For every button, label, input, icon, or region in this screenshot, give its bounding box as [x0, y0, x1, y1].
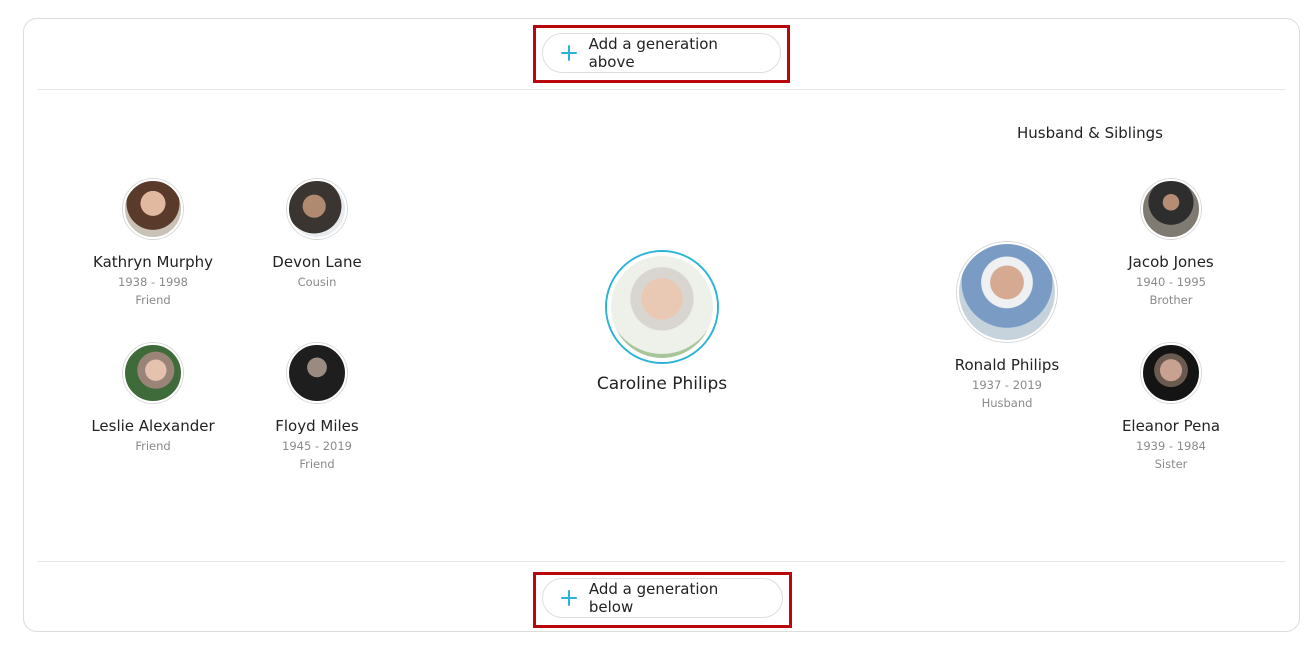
person-card-caroline-philips[interactable]: Caroline Philips	[572, 252, 752, 394]
person-years: 1945 - 2019	[282, 439, 352, 453]
person-card-jacob-jones[interactable]: Jacob Jones 1940 - 1995 Brother	[1081, 179, 1261, 307]
person-name: Jacob Jones	[1128, 253, 1214, 271]
person-years: 1939 - 1984	[1136, 439, 1206, 453]
avatar	[287, 179, 347, 239]
person-name: Leslie Alexander	[91, 417, 215, 435]
person-card-leslie-alexander[interactable]: Leslie Alexander Friend	[63, 343, 243, 453]
person-relation: Friend	[299, 457, 335, 471]
person-years: 1937 - 2019	[972, 378, 1042, 392]
main-avatar	[607, 252, 717, 362]
avatar	[1141, 343, 1201, 403]
person-name: Eleanor Pena	[1121, 417, 1221, 435]
avatar	[957, 242, 1057, 342]
person-relation: Husband	[981, 396, 1033, 410]
section-title: Husband & Siblings	[1017, 124, 1163, 142]
add-generation-above-button[interactable]: Add a generation above	[542, 33, 781, 73]
person-card-kathryn-murphy[interactable]: Kathryn Murphy 1938 - 1998 Friend	[63, 179, 243, 307]
person-relation: Friend	[135, 293, 171, 307]
person-name: Ronald Philips	[954, 356, 1060, 374]
person-name: Floyd Miles	[275, 417, 359, 435]
plus-icon	[561, 45, 577, 61]
avatar	[287, 343, 347, 403]
add-generation-below-label: Add a generation below	[588, 580, 719, 616]
plus-icon	[561, 590, 577, 606]
person-name: Devon Lane	[272, 253, 362, 271]
avatar	[1141, 179, 1201, 239]
person-card-floyd-miles[interactable]: Floyd Miles 1945 - 2019 Friend	[227, 343, 407, 471]
top-divider	[38, 89, 1285, 90]
person-relation: Sister	[1154, 457, 1188, 471]
person-years: 1940 - 1995	[1136, 275, 1206, 289]
avatar	[123, 179, 183, 239]
bottom-divider	[38, 561, 1285, 562]
person-card-eleanor-pena[interactable]: Eleanor Pena 1939 - 1984 Sister	[1081, 343, 1261, 471]
person-relation: Cousin	[297, 275, 337, 289]
avatar	[123, 343, 183, 403]
person-name: Kathryn Murphy	[93, 253, 213, 271]
main-person-name: Caroline Philips	[596, 374, 728, 394]
person-years: 1938 - 1998	[118, 275, 188, 289]
person-relation: Brother	[1149, 293, 1193, 307]
person-relation: Friend	[135, 439, 171, 453]
add-generation-above-label: Add a generation above	[588, 35, 718, 71]
person-card-ronald-philips[interactable]: Ronald Philips 1937 - 2019 Husband	[917, 242, 1097, 410]
add-generation-below-button[interactable]: Add a generation below	[542, 578, 783, 618]
person-card-devon-lane[interactable]: Devon Lane Cousin	[227, 179, 407, 289]
